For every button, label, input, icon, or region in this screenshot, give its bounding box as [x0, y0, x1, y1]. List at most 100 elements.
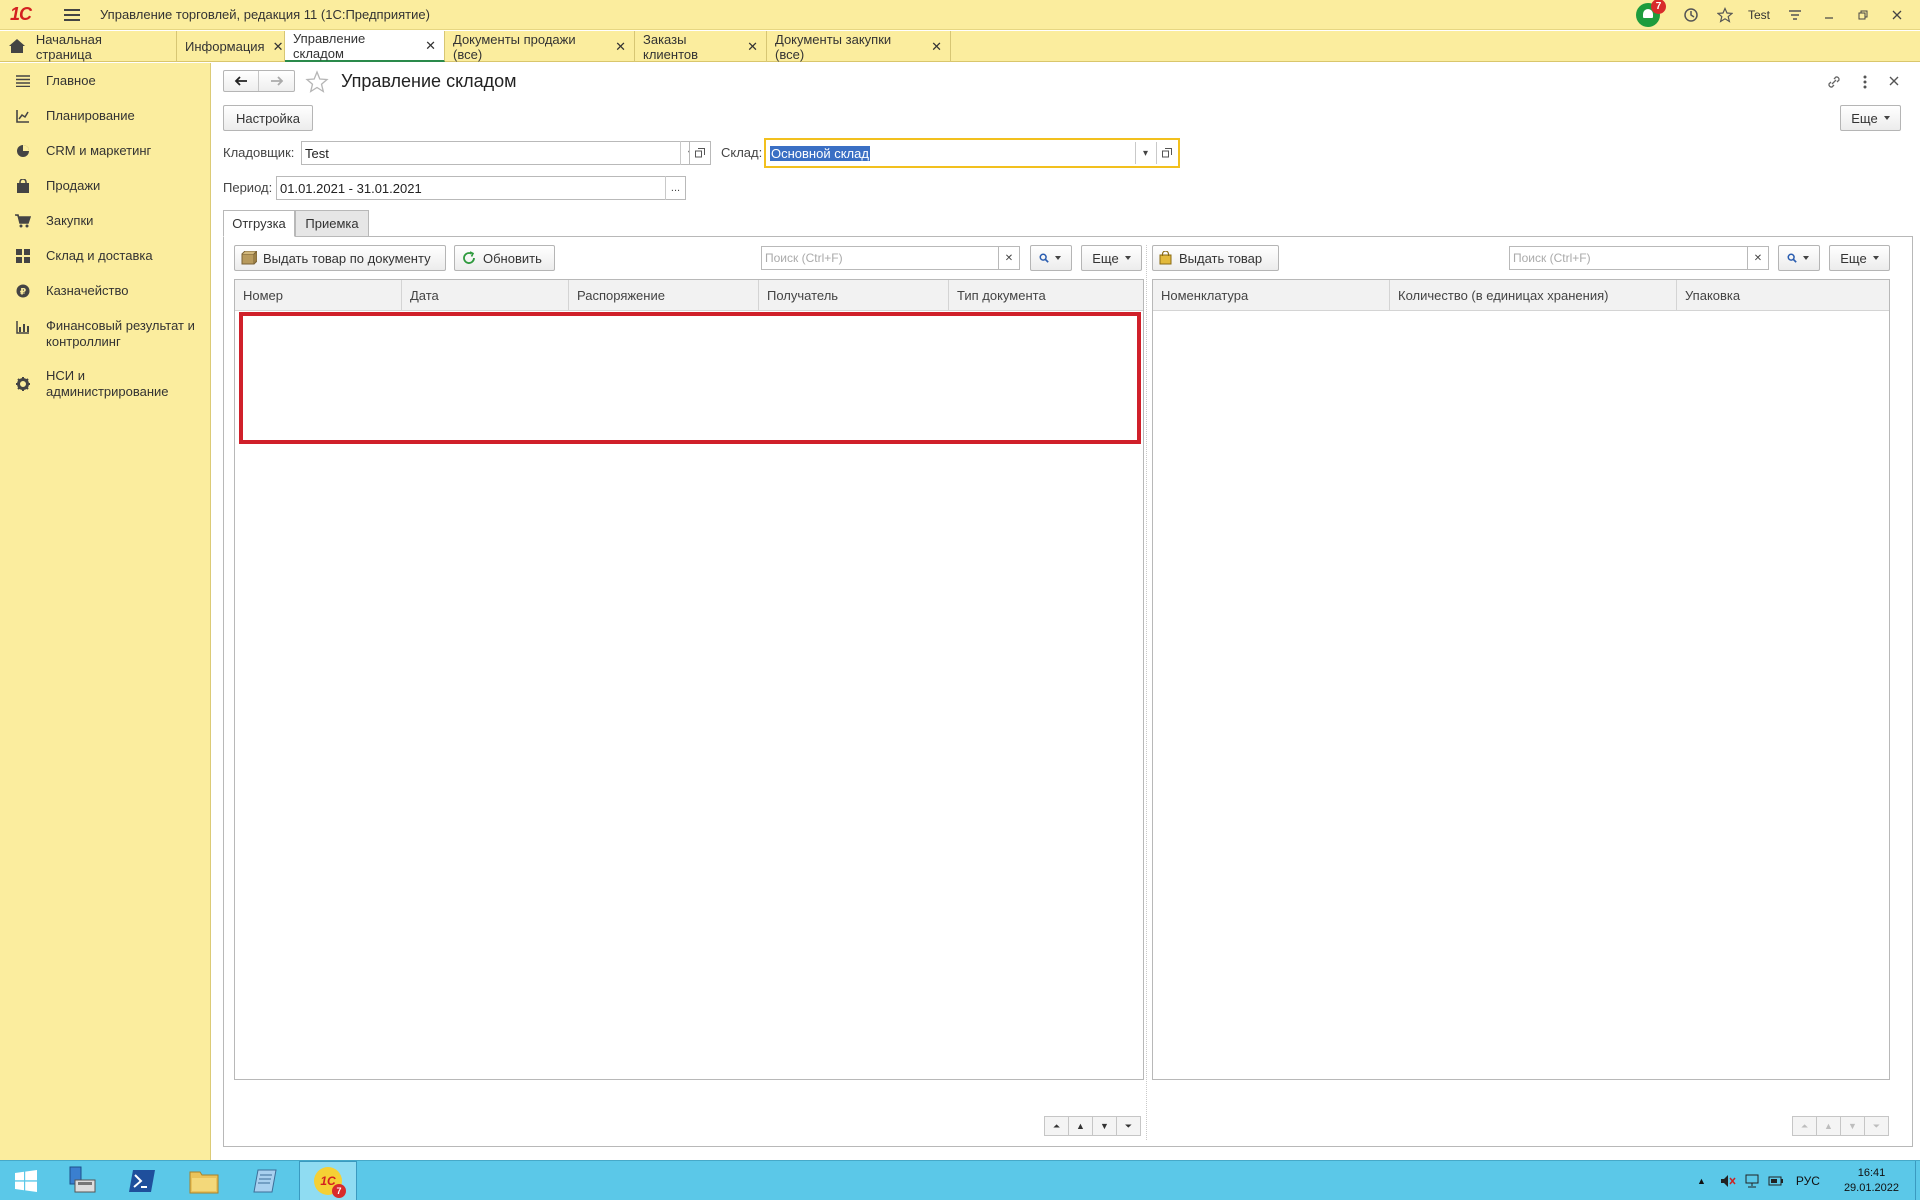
subtab-shipment[interactable]: Отгрузка — [223, 210, 295, 237]
left-more-button[interactable]: Еще — [1081, 245, 1142, 271]
tab-label: Управление складом — [293, 30, 366, 61]
close-form-icon[interactable] — [1888, 75, 1902, 89]
column-header[interactable]: Номер — [235, 280, 402, 311]
taskbar-notepad[interactable] — [240, 1161, 292, 1200]
scroll-to-bottom-icon[interactable]: ⏷ — [1864, 1116, 1889, 1136]
tab-label: Документы продажи (все) — [453, 31, 576, 62]
form-more-button[interactable]: Еще — [1840, 105, 1901, 131]
warehouse-value: Основной склад — [770, 145, 870, 161]
tab-info[interactable]: Информация ✕ — [177, 31, 285, 62]
close-tab-icon[interactable]: ✕ — [747, 39, 758, 55]
taskbar-1c-app[interactable]: 1С 7 — [299, 1161, 357, 1200]
dropdown-arrow-icon[interactable]: ▾ — [1135, 142, 1155, 164]
taskbar-server-manager[interactable] — [56, 1161, 108, 1200]
more-actions-icon[interactable] — [1857, 74, 1873, 90]
ruble-icon: ₽ — [14, 283, 32, 299]
scroll-to-bottom-icon[interactable]: ⏷ — [1116, 1116, 1141, 1136]
refresh-button[interactable]: Обновить — [454, 245, 555, 271]
show-desktop-button[interactable] — [1915, 1161, 1920, 1200]
clock[interactable]: 16:41 29.01.2022 — [1844, 1166, 1899, 1196]
current-user[interactable]: Test — [1748, 8, 1770, 22]
back-arrow-icon[interactable] — [224, 71, 260, 91]
settings-button[interactable]: Настройка — [223, 105, 313, 131]
column-header[interactable]: Дата — [402, 280, 569, 311]
taskbar-file-explorer[interactable] — [178, 1161, 230, 1200]
start-button[interactable] — [0, 1161, 52, 1200]
sidebar-item-sales[interactable]: Продажи — [0, 178, 210, 194]
taskbar-powershell[interactable] — [116, 1161, 168, 1200]
scroll-up-icon[interactable]: ▲ — [1068, 1116, 1093, 1136]
issue-goods-button[interactable]: Выдать товар — [1152, 245, 1279, 271]
close-tab-icon[interactable]: ✕ — [425, 38, 436, 54]
history-nav — [223, 70, 295, 92]
storekeeper-field[interactable]: Test ▾ — [301, 141, 701, 165]
clear-search-icon[interactable]: ✕ — [998, 246, 1020, 270]
scroll-down-icon[interactable]: ▼ — [1840, 1116, 1865, 1136]
cart-icon — [14, 213, 32, 229]
tab-customer-orders[interactable]: Заказы клиентов ✕ — [635, 31, 767, 62]
notifications-bell-icon[interactable]: 7 — [1635, 0, 1666, 27]
left-search-options-button[interactable] — [1030, 245, 1072, 271]
panel-splitter[interactable] — [1146, 245, 1150, 1140]
sidebar-item-financial-result[interactable]: Финансовый результат и контроллинг — [0, 318, 210, 350]
column-header[interactable]: Упаковка — [1677, 280, 1889, 311]
column-header[interactable]: Тип документа — [949, 280, 1143, 311]
scroll-down-icon[interactable]: ▼ — [1092, 1116, 1117, 1136]
column-header[interactable]: Номенклатура — [1153, 280, 1390, 311]
tab-warehouse-management[interactable]: Управление складом ✕ — [285, 31, 445, 62]
settings-menu-icon[interactable] — [1778, 0, 1812, 30]
column-header[interactable]: Получатель — [759, 280, 949, 311]
tab-home[interactable]: Начальная страница — [0, 31, 177, 62]
volume-muted-icon[interactable] — [1720, 1174, 1736, 1188]
add-to-favorites-star-icon[interactable] — [305, 70, 329, 94]
show-hidden-icons-icon[interactable]: ▲ — [1697, 1176, 1706, 1186]
period-field[interactable]: 01.01.2021 - 31.01.2021 ... — [276, 176, 686, 200]
clear-search-icon[interactable]: ✕ — [1747, 246, 1769, 270]
close-tab-icon[interactable]: ✕ — [931, 39, 942, 55]
column-header[interactable]: Распоряжение — [569, 280, 759, 311]
open-storekeeper-icon[interactable] — [689, 141, 711, 165]
link-icon[interactable] — [1826, 74, 1842, 90]
close-tab-icon[interactable]: ✕ — [615, 39, 626, 55]
warehouse-field[interactable]: Основной склад — [767, 141, 1153, 165]
sidebar-item-purchases[interactable]: Закупки — [0, 213, 210, 229]
right-search-options-button[interactable] — [1778, 245, 1820, 271]
history-icon[interactable] — [1674, 0, 1708, 30]
scroll-up-icon[interactable]: ▲ — [1816, 1116, 1841, 1136]
period-select-button[interactable]: ... — [665, 176, 685, 200]
input-language[interactable]: РУС — [1796, 1174, 1820, 1188]
right-search-input[interactable]: Поиск (Ctrl+F) — [1509, 246, 1748, 270]
scroll-to-top-icon[interactable]: ⏶ — [1792, 1116, 1817, 1136]
main-menu-icon[interactable] — [64, 8, 82, 22]
issue-goods-by-document-button[interactable]: Выдать товар по документу — [234, 245, 446, 271]
favorites-star-icon[interactable] — [1708, 0, 1742, 30]
subtab-receipt[interactable]: Приемка — [295, 210, 369, 237]
sidebar-item-crm[interactable]: CRM и маркетинг — [0, 143, 210, 159]
1c-logo[interactable]: 1С — [10, 4, 46, 25]
sidebar-item-warehouse[interactable]: Склад и доставка — [0, 248, 210, 264]
sidebar-item-admin[interactable]: НСИ и администрирование — [0, 368, 210, 400]
sidebar-item-main[interactable]: Главное — [0, 73, 210, 89]
minimize-icon[interactable] — [1812, 0, 1846, 30]
open-tabs-bar: Начальная страница Информация ✕ Управлен… — [0, 31, 1920, 62]
pie-chart-icon — [14, 143, 32, 159]
system-tray: ▲ РУС 16:41 29.01.2022 — [1697, 1161, 1920, 1200]
sidebar-item-planning[interactable]: Планирование — [0, 108, 210, 124]
close-window-icon[interactable] — [1880, 0, 1914, 30]
chevron-down-icon — [1055, 256, 1061, 260]
left-search-input[interactable]: Поиск (Ctrl+F) — [761, 246, 999, 270]
tab-purchase-documents[interactable]: Документы закупки (все) ✕ — [767, 31, 951, 62]
sidebar-item-treasury[interactable]: ₽ Казначейство — [0, 283, 210, 299]
sidebar-item-label: Казначейство — [46, 283, 129, 298]
right-more-button[interactable]: Еще — [1829, 245, 1890, 271]
scroll-to-top-icon[interactable]: ⏶ — [1044, 1116, 1069, 1136]
network-icon[interactable] — [1744, 1174, 1760, 1188]
right-goods-table[interactable]: Номенклатура Количество (в единицах хран… — [1152, 279, 1890, 1080]
close-tab-icon[interactable]: ✕ — [273, 39, 284, 55]
restore-icon[interactable] — [1846, 0, 1880, 30]
column-header[interactable]: Количество (в единицах хранения) — [1390, 280, 1677, 311]
forward-arrow-icon[interactable] — [259, 71, 294, 91]
open-warehouse-icon[interactable] — [1156, 142, 1176, 164]
tab-sales-documents[interactable]: Документы продажи (все) ✕ — [445, 31, 635, 62]
battery-icon[interactable] — [1768, 1174, 1784, 1188]
